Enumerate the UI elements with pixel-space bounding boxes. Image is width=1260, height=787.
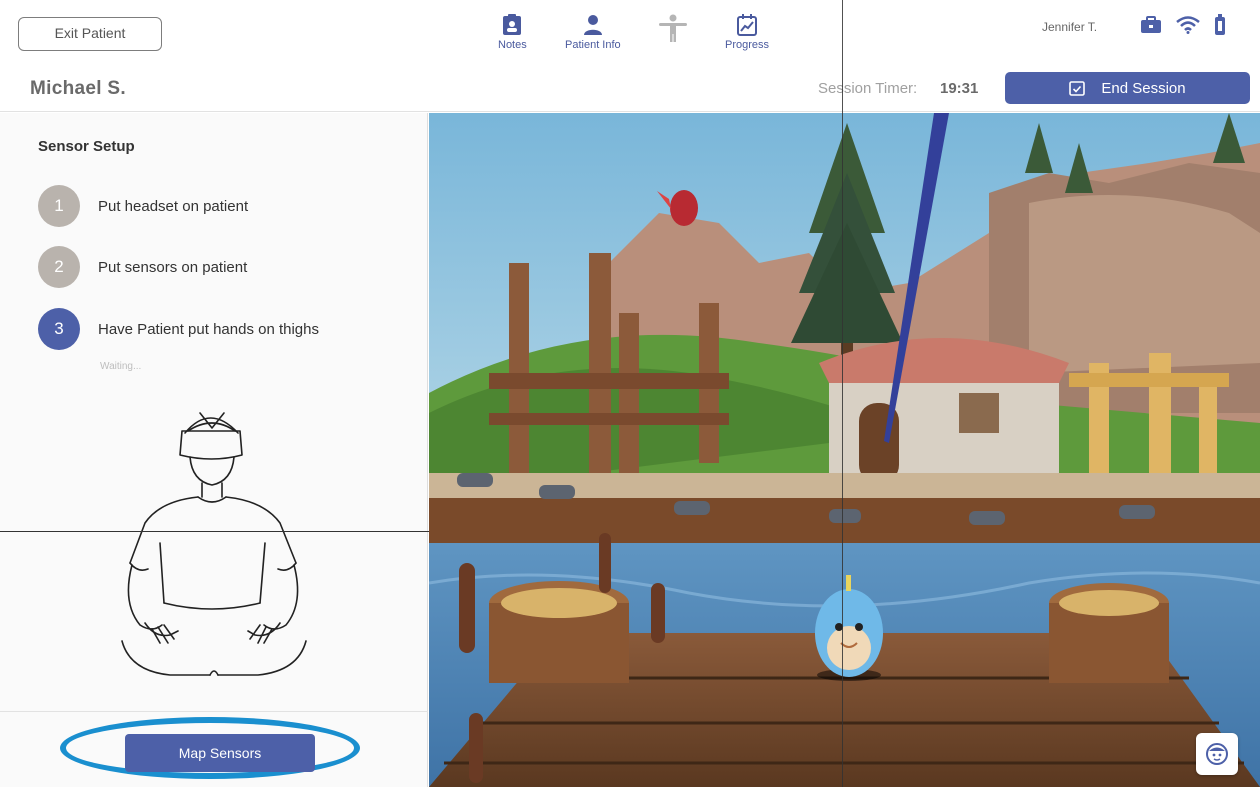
nav-notes[interactable]: Notes (498, 14, 527, 51)
nav-progress-label: Progress (725, 39, 770, 51)
step-text: Have Patient put hands on thighs (98, 320, 319, 338)
session-timer-label: Session Timer: (818, 80, 918, 97)
body-figure-icon (659, 14, 687, 42)
step-text: Put sensors on patient (98, 258, 248, 276)
nav-body-figure[interactable] (658, 14, 688, 45)
guide-line-vertical (842, 0, 843, 787)
patient-illustration (121, 412, 307, 676)
end-session-label: End Session (1101, 79, 1186, 97)
guide-line-horizontal (0, 531, 429, 532)
step-number: 3 (38, 308, 80, 350)
battery-icon (1215, 14, 1225, 35)
sensor-setup-title: Sensor Setup (38, 138, 135, 155)
patient-name: Michael S. (30, 78, 126, 99)
sensor-setup-panel: Sensor Setup 1 Put headset on patient 2 … (0, 113, 428, 787)
step-number: 1 (38, 185, 80, 227)
person-icon (583, 15, 602, 35)
avatar-button[interactable] (1196, 733, 1238, 775)
setup-step-1: 1 Put headset on patient (38, 185, 248, 227)
game-scene-illustration (429, 113, 1260, 787)
progress-icon (737, 14, 758, 36)
end-session-button[interactable]: End Session (1005, 72, 1250, 104)
top-bar: Exit Patient Michael S. Notes Patient In… (0, 0, 1260, 112)
calendar-check-icon (1069, 81, 1086, 96)
session-timer-value: 19:31 (940, 80, 979, 97)
step-number: 2 (38, 246, 80, 288)
step-text: Put headset on patient (98, 197, 249, 215)
map-sensors-button[interactable]: Map Sensors (125, 734, 315, 772)
status-icons (1140, 14, 1226, 36)
setup-step-2: 2 Put sensors on patient (38, 246, 247, 288)
user-name: Jennifer T. (1042, 20, 1098, 34)
nav-patient-info-label: Patient Info (565, 39, 621, 51)
face-icon (1206, 743, 1228, 765)
setup-step-3: 3 Have Patient put hands on thighs (38, 308, 319, 350)
nav-patient-info[interactable]: Patient Info (565, 14, 621, 51)
step-status: Waiting... (100, 361, 142, 372)
briefcase-icon (1141, 16, 1161, 33)
nav-progress[interactable]: Progress (725, 14, 769, 51)
game-viewport[interactable] (429, 113, 1260, 787)
panel-divider (0, 711, 428, 712)
wifi-icon (1176, 16, 1200, 34)
exit-patient-button[interactable]: Exit Patient (18, 17, 162, 51)
nav-notes-label: Notes (498, 39, 527, 51)
notes-icon (503, 14, 522, 35)
